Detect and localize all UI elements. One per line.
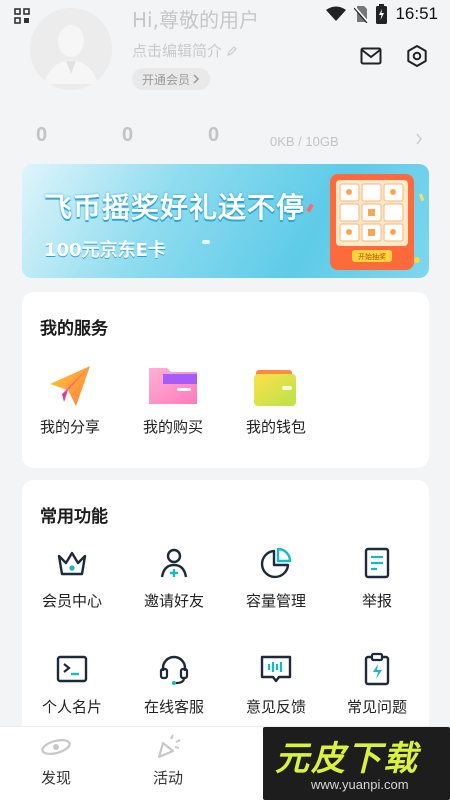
no-sim-icon: [354, 6, 369, 23]
report-icon: [364, 547, 390, 579]
chevron-right-icon: [416, 133, 423, 145]
discover-icon: [41, 739, 71, 755]
watermark-url: www.yuanpi.com: [311, 777, 409, 792]
default-avatar-icon: [30, 8, 112, 90]
function-capacity-management[interactable]: 容量管理: [226, 546, 326, 611]
stat-value: 0: [122, 124, 134, 146]
function-feedback[interactable]: 意见反馈: [226, 652, 326, 717]
stats-row[interactable]: 0 0 0 0KB / 10GB: [0, 124, 450, 152]
nav-label: 发现: [40, 769, 71, 787]
my-services-title: 我的服务: [40, 319, 108, 339]
function-online-service[interactable]: 在线客服: [124, 652, 224, 717]
function-label: 在线客服: [143, 698, 204, 716]
wifi-icon: [326, 6, 347, 21]
function-label: 举报: [361, 592, 392, 610]
service-my-purchase[interactable]: 我的购买: [128, 364, 218, 437]
service-label: 我的购买: [142, 418, 203, 436]
battery-charging-icon: [376, 4, 388, 24]
avatar[interactable]: [30, 8, 112, 90]
nav-discover[interactable]: 发现: [16, 733, 96, 788]
share-plane-icon: [50, 366, 90, 406]
my-services-card: 我的服务 我的分享 我的购买 我的钱包: [22, 292, 429, 468]
function-label: 意见反馈: [245, 698, 306, 716]
purchase-folder-icon: [149, 368, 197, 404]
function-label: 邀请好友: [143, 592, 204, 610]
function-label: 常见问题: [346, 698, 407, 716]
nav-label: 活动: [152, 769, 183, 787]
edit-bio[interactable]: 点击编辑简介: [132, 40, 238, 61]
lottery-machine-icon: 开始抽奖: [330, 174, 414, 270]
machine-label: 开始抽奖: [358, 252, 386, 261]
function-label: 容量管理: [245, 592, 306, 610]
mail-icon[interactable]: [360, 46, 382, 66]
wallet-icon: [254, 370, 296, 406]
stat-value: 0: [208, 124, 220, 146]
terminal-card-icon: [56, 655, 88, 683]
activity-icon: [157, 734, 181, 759]
settings-icon[interactable]: [405, 44, 429, 68]
site-watermark: 元皮下载 www.yuanpi.com: [263, 727, 450, 800]
function-personal-card[interactable]: 个人名片: [22, 652, 122, 717]
crown-icon: [57, 551, 87, 576]
storage-usage: 0KB / 10GB: [270, 134, 339, 149]
stat-value: 0: [36, 124, 48, 146]
service-label: 我的钱包: [245, 418, 306, 436]
greeting-text: Hi,尊敬的用户: [132, 8, 259, 32]
function-vip-center[interactable]: 会员中心: [22, 546, 122, 611]
nav-activity[interactable]: 活动: [128, 733, 208, 788]
invite-friend-icon: [160, 548, 188, 578]
pencil-icon: [226, 45, 237, 56]
function-faq[interactable]: 常见问题: [327, 652, 427, 717]
service-my-wallet[interactable]: 我的钱包: [231, 364, 321, 437]
status-time: 16:51: [395, 4, 438, 23]
bio-text: 点击编辑简介: [132, 42, 223, 60]
feedback-icon: [260, 655, 292, 683]
common-functions-title: 常用功能: [40, 507, 108, 527]
lottery-banner[interactable]: 飞币摇奖好礼送不停 100元京东E卡 开始抽奖: [22, 164, 429, 278]
service-label: 我的分享: [39, 418, 100, 436]
function-label: 会员中心: [41, 592, 102, 610]
pie-chart-icon: [260, 547, 292, 579]
function-report[interactable]: 举报: [327, 546, 427, 611]
common-functions-card: 常用功能 会员中心 邀请好友 容量管理 举报 个人名片 在线客服 意见反馈 常见…: [22, 480, 429, 740]
function-label: 个人名片: [41, 698, 102, 716]
function-invite-friends[interactable]: 邀请好友: [124, 546, 224, 611]
faq-clipboard-icon: [364, 652, 390, 686]
vip-button-label: 开通会员: [142, 72, 191, 87]
chevron-right-icon: [193, 74, 200, 84]
service-my-share[interactable]: 我的分享: [25, 364, 115, 437]
app-grid-icon[interactable]: [14, 8, 30, 24]
banner-subtitle: 100元京东E卡: [44, 240, 166, 261]
watermark-brand: 元皮下载: [275, 739, 419, 779]
headset-icon: [159, 655, 189, 685]
banner-title: 飞币摇奖好礼送不停: [44, 191, 306, 224]
open-vip-button[interactable]: 开通会员: [132, 68, 211, 90]
